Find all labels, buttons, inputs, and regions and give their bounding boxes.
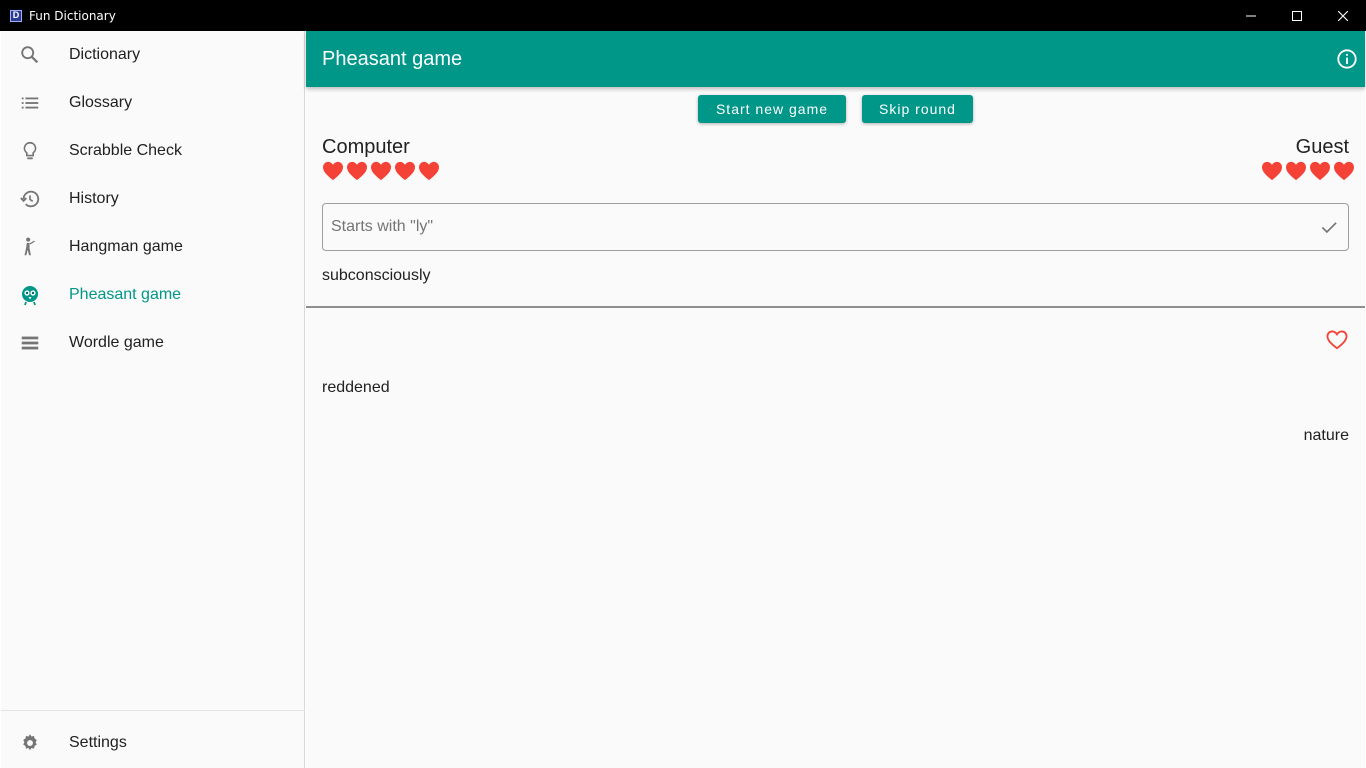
sidebar-item-glossary[interactable]: Glossary bbox=[1, 79, 305, 127]
favorite-button[interactable] bbox=[1325, 329, 1349, 351]
maximize-button[interactable] bbox=[1274, 0, 1320, 31]
sidebar-item-settings[interactable]: Settings bbox=[1, 719, 305, 767]
app-icon: D bbox=[10, 9, 22, 22]
history-word-right: nature bbox=[1303, 427, 1349, 444]
life-heart-icon bbox=[1261, 161, 1283, 181]
word-input[interactable] bbox=[331, 204, 1291, 250]
page-title: Pheasant game bbox=[322, 47, 463, 70]
life-heart-icon bbox=[346, 161, 368, 181]
sidebar-item-history[interactable]: History bbox=[1, 175, 305, 223]
sidebar-item-label: Scrabble Check bbox=[69, 142, 182, 159]
life-heart-icon bbox=[1309, 161, 1331, 181]
minimize-button[interactable] bbox=[1228, 0, 1274, 31]
gear-icon bbox=[18, 731, 42, 755]
sidebar-item-label: Glossary bbox=[69, 94, 133, 111]
maximize-icon bbox=[1292, 10, 1302, 21]
life-heart-icon bbox=[322, 161, 344, 181]
navigation-sidebar: Dictionary Glossary Scrabble Check Histo… bbox=[1, 31, 305, 768]
lightbulb-icon bbox=[18, 139, 42, 163]
sidebar-item-label: Settings bbox=[69, 734, 127, 751]
guest-lives bbox=[1261, 161, 1355, 181]
life-heart-icon bbox=[418, 161, 440, 181]
hangman-icon bbox=[18, 235, 42, 259]
sidebar-item-label: Pheasant game bbox=[69, 286, 182, 303]
minimize-icon bbox=[1246, 15, 1256, 16]
computer-player-name: Computer bbox=[322, 136, 410, 158]
close-button[interactable] bbox=[1320, 0, 1366, 31]
app-icon-letter: D bbox=[12, 10, 20, 20]
word-input-field[interactable] bbox=[322, 203, 1349, 251]
current-word: subconsciously bbox=[322, 267, 431, 284]
computer-lives bbox=[322, 161, 440, 181]
info-button[interactable] bbox=[1335, 47, 1359, 71]
life-heart-icon bbox=[370, 161, 392, 181]
app-bar: Pheasant game bbox=[306, 31, 1365, 87]
sidebar-item-label: Wordle game bbox=[69, 334, 164, 351]
sidebar-item-label: History bbox=[69, 190, 119, 207]
sidebar-item-dictionary[interactable]: Dictionary bbox=[1, 31, 305, 79]
submit-check-button[interactable] bbox=[1318, 216, 1340, 238]
start-new-game-button[interactable]: Start new game bbox=[698, 95, 846, 123]
history-word-left: reddened bbox=[322, 379, 390, 396]
search-icon bbox=[18, 43, 42, 67]
main-content: Pheasant game Start new game Skip round … bbox=[306, 31, 1365, 768]
sidebar-item-label: Dictionary bbox=[69, 46, 141, 63]
list-icon bbox=[18, 91, 42, 115]
window-title: Fun Dictionary bbox=[29, 8, 116, 23]
guest-player-name: Guest bbox=[1295, 136, 1349, 158]
window-controls bbox=[1228, 0, 1366, 31]
sidebar-item-hangman-game[interactable]: Hangman game bbox=[1, 223, 305, 271]
pheasant-icon bbox=[18, 283, 42, 307]
menu-icon bbox=[18, 331, 42, 355]
history-icon bbox=[18, 187, 42, 211]
section-divider bbox=[306, 306, 1365, 308]
sidebar-divider bbox=[1, 710, 305, 711]
window-title-bar: D Fun Dictionary bbox=[0, 0, 1366, 31]
heart-outline-icon bbox=[1326, 330, 1348, 350]
skip-round-button[interactable]: Skip round bbox=[862, 95, 973, 123]
life-heart-icon bbox=[394, 161, 416, 181]
sidebar-item-label: Hangman game bbox=[69, 238, 183, 255]
sidebar-item-scrabble-check[interactable]: Scrabble Check bbox=[1, 127, 305, 175]
life-heart-icon bbox=[1285, 161, 1307, 181]
close-icon bbox=[1338, 10, 1348, 21]
sidebar-item-wordle-game[interactable]: Wordle game bbox=[1, 319, 305, 367]
life-heart-icon bbox=[1333, 161, 1355, 181]
info-icon bbox=[1337, 49, 1357, 69]
check-icon bbox=[1321, 222, 1337, 234]
sidebar-item-pheasant-game[interactable]: Pheasant game bbox=[1, 271, 305, 319]
